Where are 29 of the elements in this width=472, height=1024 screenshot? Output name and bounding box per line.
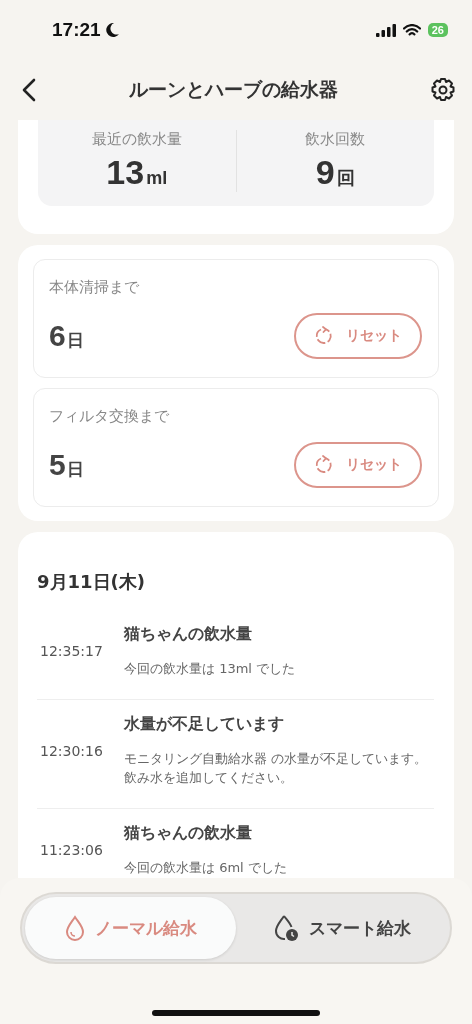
stat-unit: ml <box>146 168 168 189</box>
log-message: モニタリング自動給水器 の水量が不足しています。飲み水を追加してください。 <box>124 749 429 787</box>
log-message: 今回の飲水量は 13ml でした <box>124 660 297 678</box>
log-title: 猫ちゃんの飲水量 <box>124 822 253 844</box>
battery-level: 26 <box>427 23 448 37</box>
log-time: 12:30:16 <box>39 742 104 759</box>
reset-button[interactable]: リセット <box>294 313 422 359</box>
mode-tab[interactable]: ノーマル給水 <box>25 897 236 959</box>
stat-unit: 回 <box>336 167 355 190</box>
stat-value: 13 <box>106 153 145 192</box>
log-date: 9月11日(木) <box>37 570 147 594</box>
page-title: ルーンとハーブの給水器 <box>128 77 338 102</box>
log-title: 猫ちゃんの飲水量 <box>124 624 253 645</box>
countdown-unit: 日 <box>66 459 84 481</box>
stat-label: 最近の飲水量 <box>91 130 182 149</box>
log-time: 12:35:17 <box>39 643 104 660</box>
stat-value: 9 <box>315 153 335 192</box>
log-title: 水量が不足しています <box>124 713 285 735</box>
reset-button[interactable]: リセット <box>294 442 422 488</box>
countdown-value: 6 <box>49 319 66 353</box>
mode-tab[interactable]: スマート給水 <box>236 897 447 959</box>
clock: 17:21 <box>52 19 101 41</box>
log-time: 11:23:06 <box>39 841 104 858</box>
countdown-label: フィルタ交換まで <box>49 407 170 426</box>
countdown-label: 本体清掃まで <box>49 278 140 297</box>
stat-label: 飲水回数 <box>305 130 366 149</box>
countdown-unit: 日 <box>66 330 84 352</box>
log-message: 今回の飲水量は 6ml でした <box>124 858 288 877</box>
countdown-value: 5 <box>49 448 66 482</box>
